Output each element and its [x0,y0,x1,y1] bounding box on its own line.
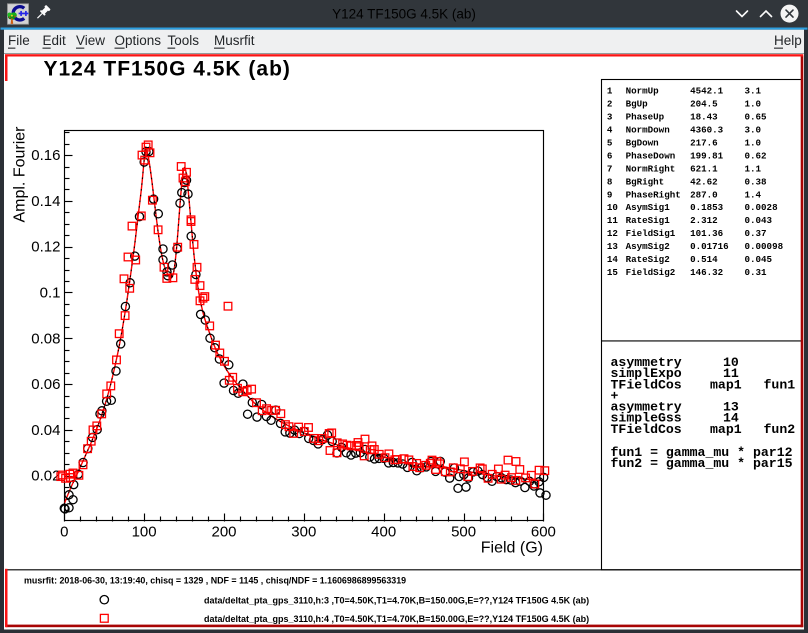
svg-text:Tools: Tools [168,33,200,48]
svg-text:AsymSig1: AsymSig1 [626,202,671,213]
svg-text:18.43: 18.43 [690,111,718,122]
svg-text:Ampl. Fourier: Ampl. Fourier [12,126,29,223]
svg-text:217.6: 217.6 [690,137,718,148]
svg-text:BgRight: BgRight [626,176,665,187]
svg-text:101.36: 101.36 [690,228,723,239]
svg-text:TFieldCos: TFieldCos [611,377,682,392]
svg-text:3.1: 3.1 [745,86,762,97]
svg-text:100: 100 [132,524,157,541]
svg-text:4360.3: 4360.3 [690,124,724,135]
svg-text:0.01716: 0.01716 [690,241,729,252]
svg-text:2.312: 2.312 [690,215,718,226]
svg-text:map1: map1 [710,377,742,392]
svg-text:15: 15 [607,267,619,278]
svg-text:4: 4 [607,124,613,135]
svg-text:6: 6 [607,150,613,161]
svg-text:0.62: 0.62 [745,150,767,161]
svg-text:5: 5 [607,137,613,148]
svg-text:1.1: 1.1 [745,163,762,174]
svg-text:TFieldCos: TFieldCos [611,422,682,437]
svg-text:1: 1 [607,86,613,97]
svg-text:12: 12 [607,228,618,239]
svg-text:0.1: 0.1 [40,285,61,302]
svg-text:621.1: 621.1 [690,163,718,174]
svg-text:11: 11 [607,215,619,226]
svg-text:View: View [76,33,105,48]
svg-text:PhaseUp: PhaseUp [626,111,665,122]
svg-text:1.4: 1.4 [745,189,762,200]
svg-text:3.0: 3.0 [745,124,762,135]
svg-text:14: 14 [607,254,619,265]
svg-text:Y124 TF150G 4.5K (ab): Y124 TF150G 4.5K (ab) [44,58,291,81]
svg-text:0.31: 0.31 [745,267,768,278]
svg-text:0.045: 0.045 [745,254,773,265]
svg-text:data/deltat_pta_gps_3110,h:3 ,: data/deltat_pta_gps_3110,h:3 ,T0=4.50K,T… [204,595,589,605]
svg-text:287.0: 287.0 [690,189,718,200]
svg-text:0.14: 0.14 [31,193,60,210]
svg-text:0.514: 0.514 [690,254,718,265]
svg-text:FieldSig2: FieldSig2 [626,267,676,278]
svg-text:300: 300 [291,524,316,541]
svg-text:7: 7 [607,163,613,174]
svg-text:0.02: 0.02 [31,468,60,485]
svg-text:Musrfit: Musrfit [214,33,255,48]
svg-text:Edit: Edit [43,33,67,48]
svg-text:0.12: 0.12 [31,239,60,256]
svg-text:2: 2 [607,99,613,110]
svg-text:fun1: fun1 [764,377,796,392]
svg-text:10: 10 [607,202,618,213]
svg-text:fun2 = gamma_mu * par15: fun2 = gamma_mu * par15 [611,456,793,471]
svg-text:AsymSig2: AsymSig2 [626,241,670,252]
svg-text:0.04: 0.04 [31,422,60,439]
svg-text:NormDown: NormDown [626,124,670,135]
svg-text:0.0028: 0.0028 [745,202,779,213]
svg-text:musrfit: 2018-06-30, 13:19:40,: musrfit: 2018-06-30, 13:19:40, chisq = 1… [24,576,406,586]
svg-text:4542.1: 4542.1 [690,86,724,97]
svg-text:Field (G): Field (G) [481,540,543,557]
svg-text:RateSig2: RateSig2 [626,254,670,265]
svg-text:NormUp: NormUp [626,86,660,97]
svg-text:42.62: 42.62 [690,176,718,187]
svg-text:RateSig1: RateSig1 [626,215,671,226]
svg-text:fun2: fun2 [764,422,796,437]
svg-text:Help: Help [774,33,802,48]
svg-text:8: 8 [607,176,613,187]
svg-text:Options: Options [115,33,162,48]
svg-text:0.06: 0.06 [31,376,60,393]
svg-text:199.81: 199.81 [690,150,724,161]
svg-text:0.65: 0.65 [745,111,768,122]
svg-text:0.38: 0.38 [745,176,768,187]
svg-text:204.5: 204.5 [690,99,718,110]
svg-text:13: 13 [607,241,619,252]
svg-text:400: 400 [371,524,396,541]
svg-text:600: 600 [531,524,556,541]
svg-text:PhaseDown: PhaseDown [626,150,676,161]
svg-text:map1: map1 [710,422,742,437]
svg-text:BgUp: BgUp [626,99,649,110]
svg-text:data/deltat_pta_gps_3110,h:4 ,: data/deltat_pta_gps_3110,h:4 ,T0=4.50K,T… [204,614,589,624]
svg-text:0.37: 0.37 [745,228,767,239]
svg-text:500: 500 [451,524,476,541]
svg-text:1.0: 1.0 [745,99,762,110]
svg-text:0.00098: 0.00098 [745,241,784,252]
svg-text:9: 9 [607,189,613,200]
svg-text:Y124 TF150G 4.5K (ab): Y124 TF150G 4.5K (ab) [332,7,476,22]
svg-text:NormRight: NormRight [626,163,676,174]
svg-text:146.32: 146.32 [690,267,723,278]
svg-text:3: 3 [607,111,613,122]
svg-text:200: 200 [211,524,236,541]
svg-text:PhaseRight: PhaseRight [626,189,681,200]
svg-text:0: 0 [60,524,68,541]
svg-text:File: File [8,33,30,48]
svg-text:0.043: 0.043 [745,215,773,226]
svg-text:0.1853: 0.1853 [690,202,724,213]
svg-text:FieldSig1: FieldSig1 [626,228,676,239]
svg-text:BgDown: BgDown [626,137,659,148]
svg-text:0.08: 0.08 [31,330,60,347]
svg-text:0.16: 0.16 [31,147,60,164]
svg-text:1.0: 1.0 [745,137,762,148]
